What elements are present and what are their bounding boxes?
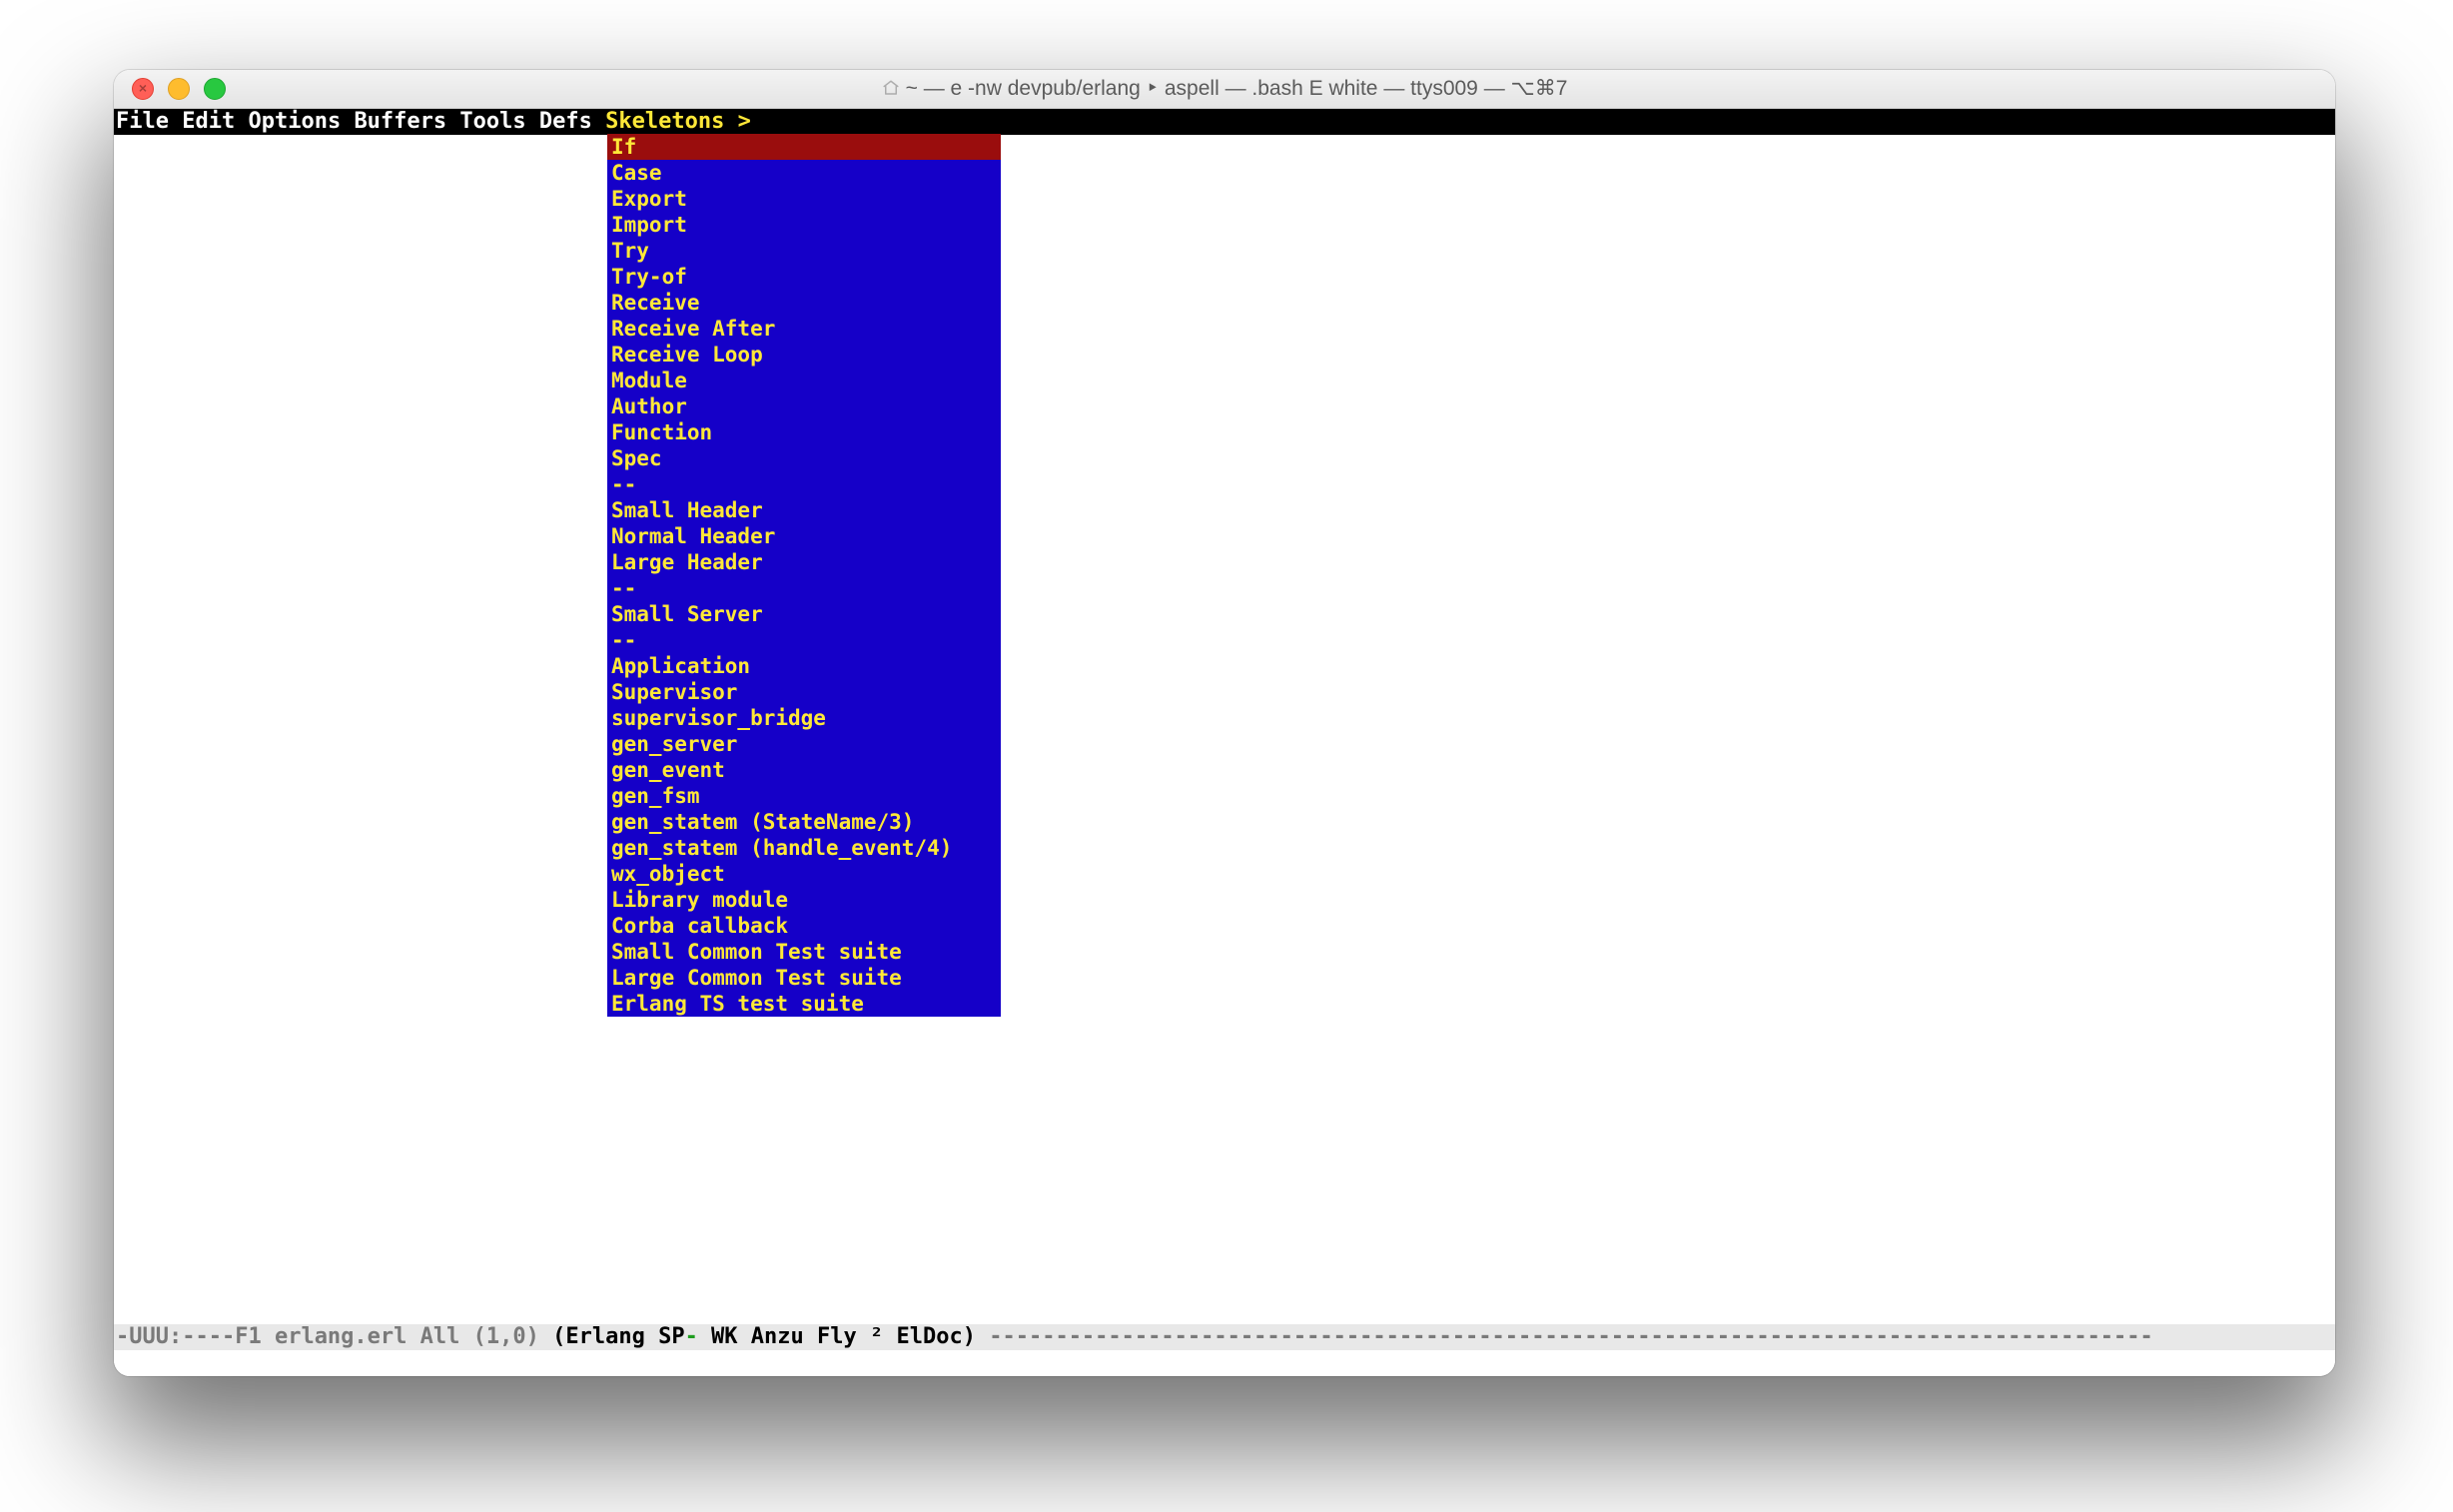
window-title-text: ~ — e -nw devpub/erlang ‣ aspell — .bash… xyxy=(906,77,1568,100)
dropdown-separator: -- xyxy=(607,471,1001,497)
dropdown-item[interactable]: Receive After xyxy=(607,316,1001,342)
dropdown-item[interactable]: Supervisor xyxy=(607,679,1001,705)
dropdown-item[interactable]: Normal Header xyxy=(607,523,1001,549)
modeline-fill: ----------------------------------------… xyxy=(989,1324,2153,1349)
dropdown-item[interactable]: Try-of xyxy=(607,264,1001,290)
modeline-modes-rest: WK Anzu Fly ² ElDoc) xyxy=(698,1324,989,1349)
dropdown-item[interactable]: Large Common Test suite xyxy=(607,965,1001,991)
window-title: ~ — e -nw devpub/erlang ‣ aspell — .bash… xyxy=(114,76,2335,103)
dropdown-item[interactable]: Application xyxy=(607,653,1001,679)
dropdown-item[interactable]: Try xyxy=(607,238,1001,264)
dropdown-item[interactable]: gen_event xyxy=(607,757,1001,783)
dropdown-item[interactable]: gen_server xyxy=(607,731,1001,757)
dropdown-item[interactable]: Case xyxy=(607,160,1001,186)
dropdown-item[interactable]: Library module xyxy=(607,887,1001,913)
zoom-button[interactable] xyxy=(204,78,226,100)
minimize-button[interactable] xyxy=(168,78,190,100)
modeline-flags: -UUU:----F1 xyxy=(116,1324,275,1349)
menu-bar[interactable]: File Edit Options Buffers Tools Defs Ske… xyxy=(114,109,2335,135)
traffic-lights xyxy=(132,70,226,108)
mode-line: -UUU:----F1 erlang.erl All (1,0) (Erlang… xyxy=(114,1324,2335,1350)
menu-buffers[interactable]: Buffers xyxy=(354,109,446,135)
menu-file[interactable]: File xyxy=(116,109,169,135)
titlebar: ~ — e -nw devpub/erlang ‣ aspell — .bash… xyxy=(114,70,2335,109)
menu-skeletons[interactable]: Skeletons > xyxy=(605,109,761,135)
dropdown-item[interactable]: Erlang TS test suite xyxy=(607,991,1001,1017)
skeletons-dropdown[interactable]: If Case Export Import Try Try-of Receive… xyxy=(607,134,1001,1017)
dropdown-item[interactable]: Small Server xyxy=(607,601,1001,627)
modeline-position: All (1,0) xyxy=(407,1324,552,1349)
modeline-buffer: erlang.erl xyxy=(275,1324,407,1349)
home-icon xyxy=(882,79,900,103)
dropdown-item[interactable]: Small Header xyxy=(607,497,1001,523)
dropdown-item[interactable]: Receive xyxy=(607,290,1001,316)
dropdown-item[interactable]: Function xyxy=(607,419,1001,445)
close-button[interactable] xyxy=(132,78,154,100)
modeline-modes-dash: - xyxy=(685,1324,698,1349)
minibuffer[interactable] xyxy=(114,1350,2335,1376)
dropdown-item[interactable]: gen_fsm xyxy=(607,783,1001,809)
dropdown-item[interactable]: Author xyxy=(607,393,1001,419)
modeline-modes-open: (Erlang SP xyxy=(552,1324,684,1349)
dropdown-item[interactable]: Import xyxy=(607,212,1001,238)
dropdown-item[interactable]: Module xyxy=(607,368,1001,393)
dropdown-item[interactable]: If xyxy=(607,134,1001,160)
dropdown-item[interactable]: Small Common Test suite xyxy=(607,939,1001,965)
menu-defs[interactable]: Defs xyxy=(539,109,592,135)
dropdown-item[interactable]: wx_object xyxy=(607,861,1001,887)
menu-options[interactable]: Options xyxy=(248,109,341,135)
menu-edit[interactable]: Edit xyxy=(182,109,235,135)
dropdown-item[interactable]: gen_statem (handle_event/4) xyxy=(607,835,1001,861)
dropdown-separator: -- xyxy=(607,575,1001,601)
dropdown-item[interactable]: Corba callback xyxy=(607,913,1001,939)
dropdown-item[interactable]: Export xyxy=(607,186,1001,212)
dropdown-separator: -- xyxy=(607,627,1001,653)
dropdown-item[interactable]: gen_statem (StateName/3) xyxy=(607,809,1001,835)
menu-tools[interactable]: Tools xyxy=(459,109,525,135)
dropdown-item[interactable]: Spec xyxy=(607,445,1001,471)
terminal-window: ~ — e -nw devpub/erlang ‣ aspell — .bash… xyxy=(114,70,2335,1376)
dropdown-item[interactable]: Large Header xyxy=(607,549,1001,575)
dropdown-item[interactable]: Receive Loop xyxy=(607,342,1001,368)
dropdown-item[interactable]: supervisor_bridge xyxy=(607,705,1001,731)
